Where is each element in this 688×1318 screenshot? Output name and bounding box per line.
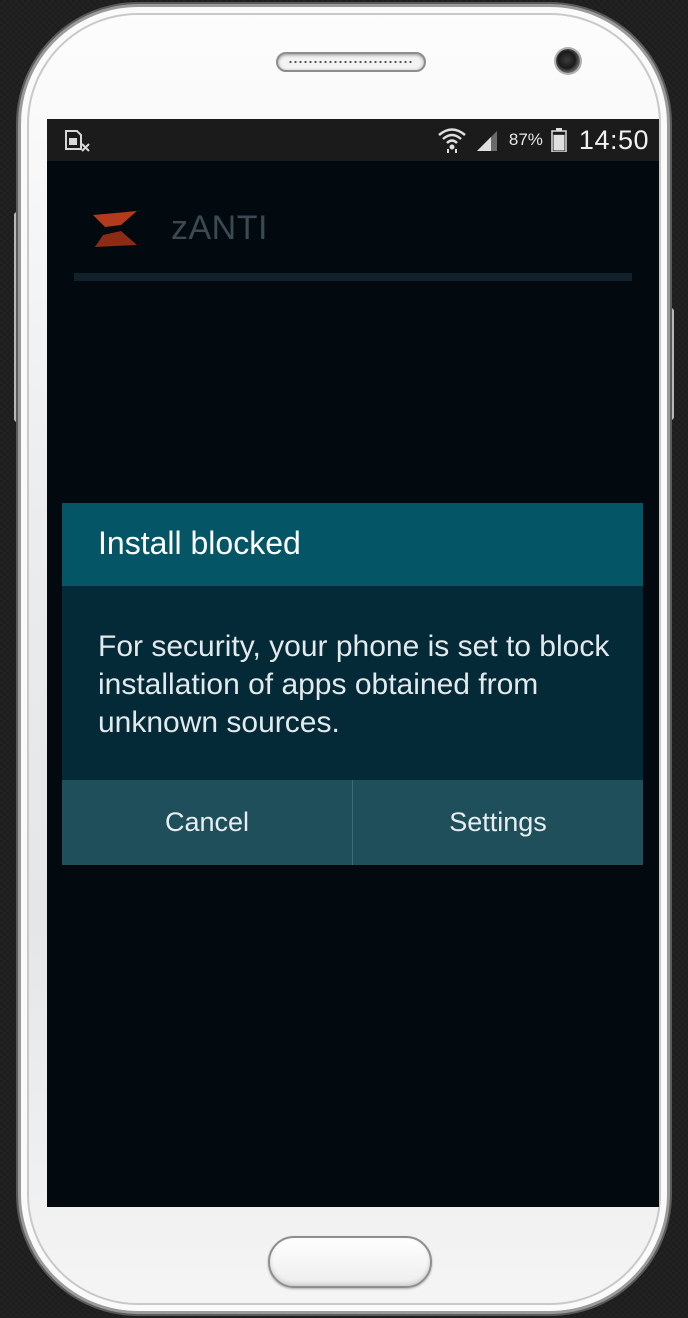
status-clock: 14:50 (578, 124, 649, 155)
status-bar: 87% 14:50 (47, 119, 659, 161)
settings-button[interactable]: Settings (353, 780, 643, 865)
app-header: zANTI (47, 161, 659, 281)
front-camera-icon (556, 49, 580, 73)
dialog-title: Install blocked (98, 525, 301, 561)
header-divider (74, 273, 632, 281)
sim-card-error-icon (65, 130, 90, 152)
zanti-logo-icon (93, 211, 137, 247)
home-button[interactable] (268, 1236, 432, 1288)
dialog-button-bar: Cancel Settings (62, 780, 643, 865)
wifi-icon (438, 128, 466, 153)
earpiece-speaker (276, 52, 426, 72)
app-title: zANTI (171, 209, 268, 247)
status-icons: 87% 14:50 (437, 119, 649, 161)
signal-icon (476, 131, 497, 151)
install-blocked-dialog: Install blocked For security, your phone… (62, 503, 643, 865)
dialog-message: For security, your phone is set to block… (98, 630, 610, 739)
battery-percentage: 87% (508, 130, 543, 149)
phone-screen: 87% 14:50 zANTI Install blocked For secu… (47, 119, 659, 1207)
cancel-button[interactable]: Cancel (62, 780, 352, 865)
dialog-title-bar: Install blocked (62, 503, 643, 586)
dialog-body: For security, your phone is set to block… (62, 586, 643, 780)
battery-icon (551, 128, 567, 152)
